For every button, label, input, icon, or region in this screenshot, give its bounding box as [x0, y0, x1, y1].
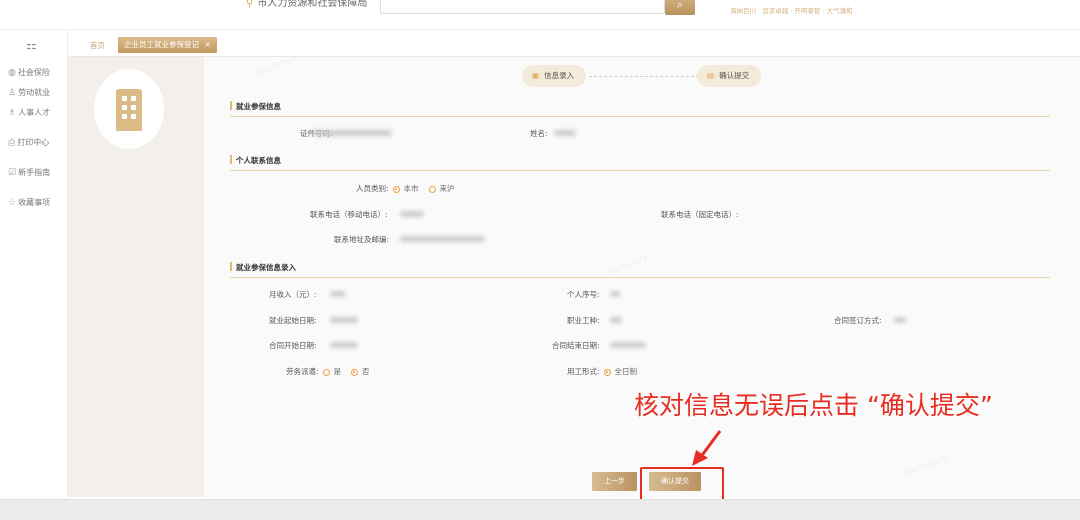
search-button[interactable]: ⌕	[665, 0, 695, 15]
form-icon: ▣	[532, 71, 540, 80]
printer-icon: ⎙	[8, 138, 16, 148]
option-label: 全日制	[614, 367, 638, 376]
step-label: 确认提交	[719, 71, 750, 80]
option-label: 来沪	[439, 184, 455, 193]
highlight-box	[640, 467, 724, 501]
tab-bar: 首页 企业员工就业参保登记 ×	[68, 30, 1080, 57]
sidebar: ⚏ ◍ 社会保险 ♙ 劳动就业 ♗ 人事人才 ⎙ 打印中心 ☑ 新手指南 ☆ 收藏事项	[0, 30, 68, 497]
step-confirm: ▤ 确认提交	[697, 65, 762, 87]
dispatch-label: 劳务派遣:	[286, 367, 319, 376]
sidebar-item-label: 劳动就业	[18, 88, 51, 97]
section-title: 个人联系信息	[230, 155, 1050, 171]
location[interactable]: ⚲ 市人力资源和社会保障局	[246, 0, 367, 9]
location-label: 市人力资源和社会保障局	[257, 0, 368, 9]
person-icon: ♙	[8, 88, 17, 98]
radio-nonlocal[interactable]	[428, 185, 436, 193]
sidebar-item-favorites[interactable]: ☆ 收藏事项	[8, 197, 50, 208]
section-title: 就业参保信息	[230, 101, 1050, 117]
radio-fulltime[interactable]	[603, 368, 611, 376]
option-label: 本市	[403, 184, 419, 193]
sidebar-item-label: 人事人才	[18, 108, 51, 117]
step-info-entry: ▣ 信息录入	[522, 65, 587, 87]
mobile-label: 联系电话（移动电话）:	[310, 210, 388, 219]
sidebar-item-print[interactable]: ⎙ 打印中心	[8, 137, 49, 148]
globe-icon: ◍	[8, 68, 16, 78]
radio-dispatch-no[interactable]	[351, 368, 359, 376]
building-icon	[94, 69, 164, 149]
annotation-arrow-icon	[692, 430, 722, 466]
option-label: 是	[333, 367, 342, 376]
tab-label: 企业员工就业参保登记	[124, 40, 199, 49]
employment-form-field: 用工形式: 全日制	[567, 366, 643, 377]
start-date-label: 就业起始日期:	[269, 316, 317, 325]
close-icon[interactable]: ×	[204, 40, 210, 49]
watermark: 0001057878	[903, 454, 949, 478]
search-icon: ⌕	[676, 0, 684, 11]
job-type-label: 职业工种:	[567, 316, 600, 325]
income-value	[330, 291, 346, 297]
option-label: 否	[362, 367, 370, 376]
sidebar-item-employment[interactable]: ♙ 劳动就业	[8, 87, 50, 98]
motto: 海纳百川 · 追求卓越 · 开明睿智 · 大气谦和	[730, 7, 853, 15]
sidebar-item-label: 新手指南	[18, 168, 51, 177]
dispatch-field: 劳务派遣: 是 否	[286, 366, 376, 377]
sidebar-item-label: 社会保险	[17, 68, 50, 77]
job-type-value	[610, 317, 622, 323]
sidebar-item-label: 打印中心	[17, 138, 50, 147]
address-label: 联系地址及邮编:	[334, 235, 390, 244]
person-type-field: 人员类别: 本市 来沪	[356, 183, 461, 194]
contract-sign-label: 合同签订方式:	[834, 316, 882, 325]
watermark: 0001057878	[253, 54, 299, 78]
annotation-text: 核对信息无误后点击 “确认提交”	[634, 391, 993, 420]
person-type-label: 人员类别:	[356, 184, 389, 193]
serial-label: 个人序号:	[567, 290, 600, 299]
contract-end-label: 合同结束日期:	[552, 341, 600, 350]
radio-local[interactable]	[392, 185, 400, 193]
fixed-phone-label: 联系电话（固定电话）:	[661, 210, 739, 219]
sidebar-item-label: 收藏事项	[18, 198, 51, 207]
name-value	[554, 130, 576, 136]
contract-start-value	[330, 342, 358, 348]
employment-form-label: 用工形式:	[567, 367, 600, 376]
guide-icon: ☑	[8, 168, 17, 178]
search-input[interactable]	[380, 0, 665, 14]
sidebar-item-social-insurance[interactable]: ◍ 社会保险	[8, 67, 50, 78]
contract-start-label: 合同开始日期:	[269, 341, 317, 350]
apps-grid-icon[interactable]: ⚏	[26, 38, 37, 52]
header: ⚲ 市人力资源和社会保障局 ⌕ 海纳百川 · 追求卓越 · 开明睿智 · 大气谦和	[0, 0, 1080, 30]
people-icon: ♗	[8, 108, 17, 118]
location-pin-icon: ⚲	[246, 0, 254, 9]
step-connector	[589, 76, 699, 77]
mobile-value	[400, 211, 424, 217]
left-panel	[68, 57, 204, 497]
contract-end-value	[610, 342, 646, 348]
document-icon: ▤	[707, 71, 715, 80]
star-icon: ☆	[8, 198, 17, 208]
tab-employee-registration[interactable]: 企业员工就业参保登记 ×	[118, 37, 217, 53]
contract-sign-value	[894, 317, 906, 323]
step-label: 信息录入	[544, 71, 575, 80]
sidebar-item-guide[interactable]: ☑ 新手指南	[8, 167, 50, 178]
address-value	[400, 236, 485, 242]
serial-value	[610, 291, 620, 297]
bottom-bar	[0, 499, 1080, 520]
sidebar-item-hr[interactable]: ♗ 人事人才	[8, 107, 50, 118]
tab-home[interactable]: 首页	[90, 40, 105, 51]
previous-step-button[interactable]: 上一步	[592, 472, 637, 491]
radio-dispatch-yes[interactable]	[322, 368, 330, 376]
name-label: 姓名:	[530, 129, 548, 138]
income-label: 月收入（元）:	[269, 290, 317, 299]
main-form: ▣信息录入 ▤确认提交 就业参保信息 证件号码: 姓名: 个人联系信息 人员类别…	[204, 54, 1080, 497]
id-value	[312, 130, 392, 136]
start-date-value	[330, 317, 358, 323]
